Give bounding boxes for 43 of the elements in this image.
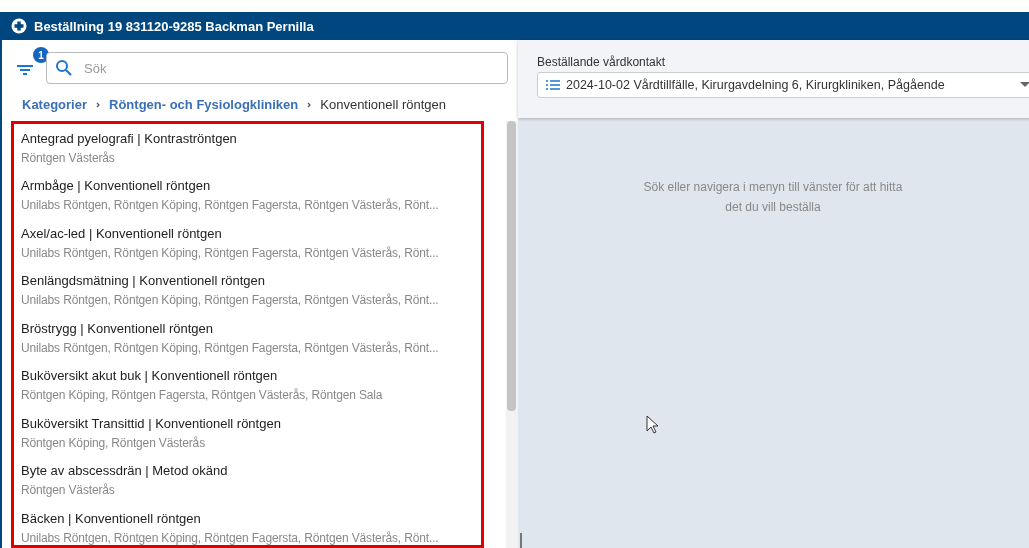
item-locations: Unilabs Röntgen, Röntgen Köping, Röntgen Fagersta, Röntgen Västerås, Rönt... xyxy=(21,530,440,545)
item-locations: Unilabs Röntgen, Röntgen Köping, Röntgen Fagersta, Röntgen Västerås, Rönt... xyxy=(21,245,440,260)
notification-badge: 1 xyxy=(33,47,49,63)
breadcrumb-link[interactable]: Kategorier xyxy=(22,97,88,112)
dropdown-arrow-icon xyxy=(1020,82,1029,88)
search-icon xyxy=(55,59,73,77)
item-locations: Unilabs Röntgen, Röntgen Köping, Röntgen Fagersta, Röntgen Västerås, Rönt... xyxy=(21,198,440,213)
item-title: Benlängdsmätning | Konventionell röntgen xyxy=(21,273,267,289)
item-locations: Röntgen Köping, Röntgen Västerås xyxy=(21,435,206,450)
item-title: Buköversikt Transittid | Konventionell röntgen xyxy=(21,415,282,431)
item-locations: Röntgen Köping, Röntgen Fagersta, Röntgen Västerås, Röntgen Sala xyxy=(21,388,384,403)
scrollbar-thumb[interactable] xyxy=(507,121,516,411)
list-item[interactable]: Antegrad pyelografi | Kontraströntgen Röntgen Västerås xyxy=(21,124,481,172)
item-locations: Unilabs Röntgen, Röntgen Köping, Röntgen Fagersta, Röntgen Västerås, Rönt... xyxy=(21,293,440,308)
breadcrumb-link[interactable]: Röntgen- och Fysiologkliniken xyxy=(109,97,299,112)
mouse-cursor-icon xyxy=(646,415,660,435)
search-field[interactable]: Sök xyxy=(46,52,508,84)
item-locations: Unilabs Röntgen, Röntgen Köping, Röntgen Fagersta, Röntgen Västerås, Rönt... xyxy=(21,340,440,355)
list-item[interactable]: Bäcken | Konventionell röntgen Unilabs Röntgen, Röntgen Köping, Röntgen Fagersta, Röntgen Västerås, Rönt... xyxy=(21,504,481,545)
item-title: Buköversikt akut buk | Konventionell röntgen xyxy=(21,368,279,384)
item-title: Armbåge | Konventionell röntgen xyxy=(21,178,212,194)
field-label: Beställande vårdkontakt xyxy=(537,55,667,69)
item-title: Axel/ac-led | Konventionell röntgen xyxy=(21,225,223,241)
list-item[interactable]: Benlängdsmätning | Konventionell röntgen Unilabs Röntgen, Röntgen Köping, Röntgen Fagersta, Röntgen Västerås, Rönt... xyxy=(21,266,481,314)
medical-cross-icon xyxy=(11,18,27,34)
item-title: Antegrad pyelografi | Kontraströntgen xyxy=(21,130,238,146)
item-locations: Röntgen Västerås xyxy=(21,483,116,498)
resize-handle[interactable] xyxy=(520,533,522,548)
item-title: Bröstrygg | Konventionell röntgen xyxy=(21,320,214,336)
list-icon xyxy=(546,80,560,90)
empty-state-message: Sök eller navigera i menyn till vänster för att hitta det du vill beställa xyxy=(643,179,903,216)
item-title: Bäcken | Konventionell röntgen xyxy=(21,510,202,526)
list-item[interactable]: Byte av abscessdrän | Metod okänd Röntgen Västerås xyxy=(21,456,481,504)
list-item[interactable]: Axel/ac-led | Konventionell röntgen Unilabs Röntgen, Röntgen Köping, Röntgen Fagersta, Röntgen Västerås, Rönt... xyxy=(21,219,481,267)
list-item[interactable]: Buköversikt Transittid | Konventionell röntgen Röntgen Köping, Röntgen Västerås xyxy=(21,409,481,457)
item-locations: Röntgen Västerås xyxy=(21,150,116,165)
breadcrumb-current: Konventionell röntgen xyxy=(320,97,447,112)
list-item[interactable]: Bröstrygg | Konventionell röntgen Unilabs Röntgen, Röntgen Köping, Röntgen Fagersta, Röntgen Västerås, Rönt... xyxy=(21,314,481,362)
item-title: Byte av abscessdrän | Metod okänd xyxy=(21,463,229,479)
list-item[interactable]: Armbåge | Konventionell röntgen Unilabs Röntgen, Röntgen Köping, Röntgen Fagersta, Röntgen Västerås, Rönt... xyxy=(21,171,481,219)
window-title: Beställning 19 831120-9285 Backman Pernilla xyxy=(34,18,314,34)
contact-dropdown[interactable]: 2024-10-02 Vårdtillfälle, Kirurgavdelning 6, Kirurgkliniken, Pågående xyxy=(537,72,1029,98)
list-item[interactable]: Buköversikt akut buk | Konventionell röntgen Röntgen Köping, Röntgen Fagersta, Röntgen Västerås, Röntgen Sala xyxy=(21,361,481,409)
